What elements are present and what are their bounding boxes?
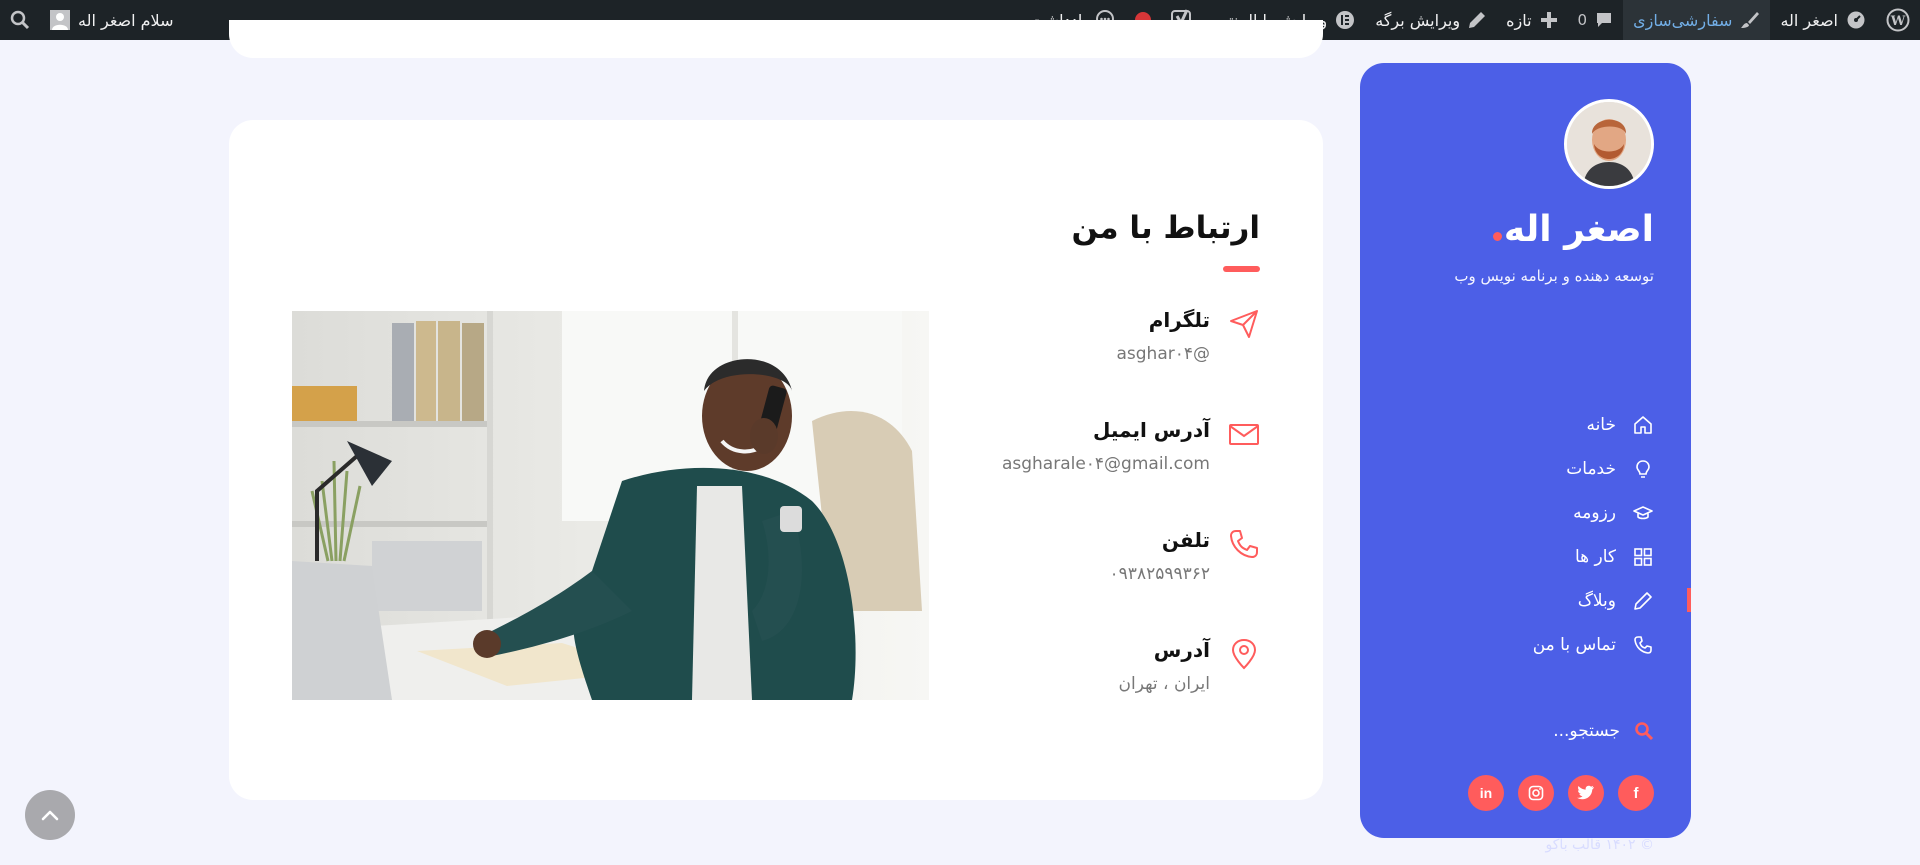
twitter-icon[interactable] (1568, 775, 1604, 811)
sidebar-item-label: وبلاگ (1577, 591, 1616, 611)
instagram-icon[interactable] (1518, 775, 1554, 811)
previous-section-card (229, 20, 1323, 58)
sidebar-item-portfolio[interactable]: کار ها (1454, 535, 1654, 579)
user-avatar-small (50, 10, 70, 30)
lightbulb-icon (1632, 458, 1654, 480)
new-label: تازه (1506, 10, 1532, 30)
contact-value: ۰۹۳۸۲۵۹۹۳۶۲ (1109, 564, 1210, 584)
profile-role: توسعه دهنده و برنامه نویس وب (1454, 267, 1654, 285)
contact-value: @asghar۰۴ (1116, 344, 1210, 364)
active-nav-indicator (1687, 588, 1691, 612)
contact-title: ارتباط با من (1071, 210, 1260, 246)
dashboard-gauge-icon (1847, 11, 1865, 29)
phone-icon (1632, 634, 1654, 656)
contact-photo (292, 311, 929, 700)
greeting-label: سلام اصغر اله (78, 10, 174, 30)
title-underline (1223, 266, 1260, 272)
contact-label: تلگرام (1148, 308, 1210, 332)
search-button[interactable] (0, 0, 40, 40)
pencil-icon (1469, 12, 1486, 28)
chevron-up-icon (41, 810, 59, 821)
phone-icon (1230, 530, 1258, 558)
new-content-button[interactable]: تازه (1496, 0, 1567, 40)
grid-icon (1632, 546, 1654, 568)
profile-avatar[interactable] (1564, 99, 1654, 189)
svg-text:W: W (1890, 14, 1906, 29)
sidebar-item-label: کار ها (1574, 547, 1616, 567)
sidebar-item-blog[interactable]: وبلاگ (1454, 579, 1654, 623)
contact-label: آدرس (1153, 638, 1210, 662)
sidebar-item-label: رزومه (1573, 503, 1616, 523)
contact-item-email[interactable]: آدرس ایمیل asgharale۰۴@gmail.com (960, 418, 1260, 528)
contact-item-address[interactable]: آدرس ایران ، تهران (960, 638, 1260, 748)
profile-name: اصغر اله (1492, 209, 1654, 250)
wordpress-logo-button[interactable]: W (1876, 0, 1920, 40)
site-name-menu[interactable]: اصغر اله (1770, 0, 1876, 40)
wordpress-icon: W (1886, 8, 1910, 32)
search-icon (1635, 722, 1654, 741)
customize-button[interactable]: سفارشی‌سازی (1623, 0, 1771, 40)
pencil-icon (1632, 590, 1654, 612)
edit-page-label: ویرایش برگه (1375, 10, 1461, 30)
home-icon (1632, 414, 1654, 436)
sidebar-item-label: خانه (1586, 415, 1616, 435)
sidebar-item-label: خدمات (1566, 459, 1616, 479)
sidebar-item-home[interactable]: خانه (1454, 403, 1654, 447)
my-account-menu[interactable]: سلام اصغر اله (40, 0, 184, 40)
sidebar-item-contact[interactable]: تماس با من (1454, 623, 1654, 667)
sidebar-item-services[interactable]: خدمات (1454, 447, 1654, 491)
contact-value: ایران ، تهران (1118, 674, 1211, 694)
copyright-text: © ۱۴۰۲ قالب باکو (1545, 837, 1654, 853)
accent-dot (1492, 232, 1502, 241)
contact-item-telegram[interactable]: تلگرام @asghar۰۴ (960, 308, 1260, 418)
linkedin-icon[interactable]: in (1468, 775, 1504, 811)
graduation-cap-icon (1632, 502, 1654, 524)
contact-section-card: ارتباط با من تلگرام @asghar۰۴ آدرس ایمیل… (229, 120, 1323, 800)
plus-icon (1540, 12, 1557, 28)
customize-label: سفارشی‌سازی (1633, 10, 1733, 30)
sidebar-item-resume[interactable]: رزومه (1454, 491, 1654, 535)
contact-label: آدرس ایمیل (1093, 418, 1210, 442)
contact-value: asgharale۰۴@gmail.com (1001, 454, 1210, 474)
telegram-icon (1230, 310, 1258, 338)
location-pin-icon (1231, 638, 1257, 670)
sidebar-search[interactable]: جستجو... (1553, 721, 1654, 741)
contact-item-phone[interactable]: تلفن ۰۹۳۸۲۵۹۹۳۶۲ (960, 528, 1260, 638)
profile-photo (1567, 102, 1651, 186)
contact-info-list: تلگرام @asghar۰۴ آدرس ایمیل asgharale۰۴@… (960, 308, 1260, 748)
site-name-label: اصغر اله (1780, 10, 1838, 30)
profile-name-text: اصغر اله (1503, 209, 1654, 250)
search-placeholder: جستجو... (1553, 721, 1620, 741)
sidebar-nav: خانه خدمات رزومه کار ها وبلاگ تماس با من (1454, 403, 1654, 667)
comments-button[interactable]: 0 (1568, 0, 1624, 40)
scroll-to-top-button[interactable] (25, 790, 75, 840)
contact-label: تلفن (1161, 528, 1210, 552)
elementor-icon (1336, 11, 1355, 29)
paintbrush-icon (1741, 12, 1760, 28)
social-links: f in (1468, 775, 1654, 811)
comments-count: 0 (1577, 11, 1588, 29)
facebook-icon[interactable]: f (1618, 775, 1654, 811)
sidebar-item-label: تماس با من (1532, 635, 1616, 655)
comment-bubble-icon (1597, 13, 1612, 27)
mail-icon (1229, 424, 1259, 445)
sidebar: اصغر اله توسعه دهنده و برنامه نویس وب خا… (1360, 63, 1691, 853)
search-icon (10, 10, 30, 30)
edit-page-button[interactable]: ویرایش برگه (1365, 0, 1496, 40)
